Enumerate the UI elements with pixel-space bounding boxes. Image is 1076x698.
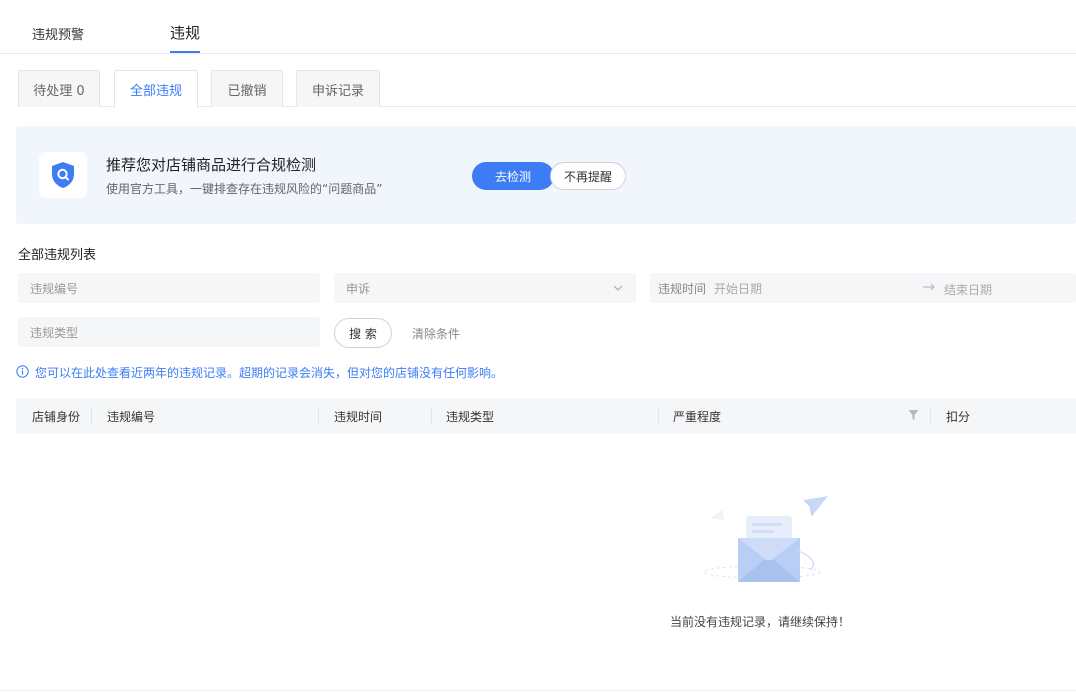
column-header-store-identity: 店铺身份 xyxy=(32,410,81,424)
violation-code-placeholder: 违规编号 xyxy=(30,281,79,296)
table-header: 店铺身份 违规编号 违规时间 违规类型 严重程度 扣分 xyxy=(16,398,1076,434)
shield-icon xyxy=(39,152,87,198)
tab-all-violations[interactable]: 全部违规 xyxy=(114,70,198,108)
violation-type-input[interactable]: 违规类型 xyxy=(18,317,320,347)
violation-time-range[interactable]: 违规时间 开始日期 结束日期 xyxy=(650,273,1076,303)
column-separator xyxy=(658,407,659,425)
bottom-divider xyxy=(0,690,1076,691)
top-tab-bar: 违规预警 违规 xyxy=(0,0,1076,54)
column-separator xyxy=(431,407,432,425)
tab-violation-warning[interactable]: 违规预警 xyxy=(32,24,84,43)
column-header-violation-type: 违规类型 xyxy=(446,410,495,424)
tab-violation-label: 违规 xyxy=(170,24,201,42)
go-check-button[interactable]: 去检测 xyxy=(472,162,554,190)
column-header-severity: 严重程度 xyxy=(673,410,722,424)
column-header-violation-time: 违规时间 xyxy=(334,410,383,424)
banner-title: 推荐您对店铺商品进行合规检测 xyxy=(106,156,317,174)
dismiss-button[interactable]: 不再提醒 xyxy=(550,162,626,190)
chevron-down-icon xyxy=(612,282,624,297)
appeal-placeholder: 申诉 xyxy=(346,281,371,296)
violation-code-input[interactable]: 违规编号 xyxy=(18,273,320,303)
info-icon xyxy=(16,364,29,381)
compliance-banner: 推荐您对店铺商品进行合规检测 使用官方工具，一键排查存在违规风险的“问题商品” … xyxy=(16,126,1076,224)
column-header-deduction: 扣分 xyxy=(946,410,971,424)
empty-state-illustration-icon xyxy=(700,490,840,593)
notice-text: 您可以在此处查看近两年的违规记录。超期的记录会消失，但对您的店铺没有任何影响。 xyxy=(35,366,504,380)
column-separator xyxy=(318,407,319,425)
banner-description: 使用官方工具，一键排查存在违规风险的“问题商品” xyxy=(106,182,383,196)
notice-line: 您可以在此处查看近两年的违规记录。超期的记录会消失，但对您的店铺没有任何影响。 xyxy=(16,364,503,381)
empty-state-text: 当前没有违规记录，请继续保持！ xyxy=(670,615,851,629)
section-title: 全部违规列表 xyxy=(18,248,97,263)
column-separator xyxy=(930,407,931,425)
tab-violation[interactable]: 违规 xyxy=(170,22,201,53)
column-header-violation-code: 违规编号 xyxy=(107,410,156,424)
time-label: 违规时间 xyxy=(658,281,707,296)
column-separator xyxy=(91,407,92,425)
arrow-right-icon xyxy=(922,280,936,297)
search-button[interactable]: 搜 索 xyxy=(334,318,392,348)
tab-pending[interactable]: 待处理 0 xyxy=(18,70,100,107)
end-date-input[interactable]: 结束日期 xyxy=(944,281,992,298)
violation-type-placeholder: 违规类型 xyxy=(30,325,79,340)
filter-icon[interactable] xyxy=(908,409,919,424)
tab-appeal-records[interactable]: 申诉记录 xyxy=(296,70,380,107)
start-date-input[interactable]: 开始日期 xyxy=(714,280,762,297)
tab-revoked[interactable]: 已撤销 xyxy=(211,70,283,107)
appeal-select[interactable]: 申诉 xyxy=(334,273,636,303)
active-tab-underline xyxy=(170,51,201,53)
clear-conditions-button[interactable]: 清除条件 xyxy=(412,325,460,342)
